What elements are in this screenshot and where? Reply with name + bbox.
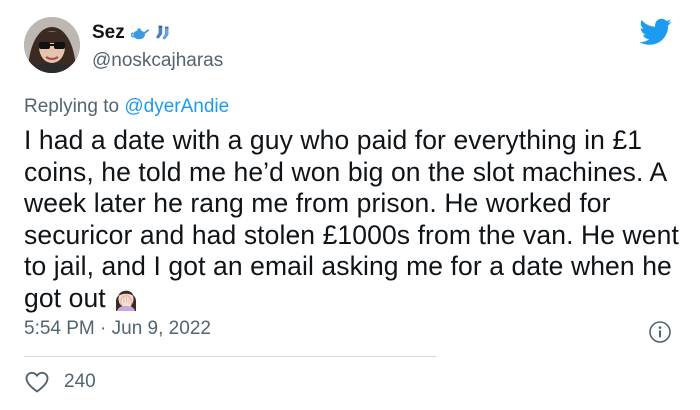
replying-prefix: Replying to xyxy=(24,96,125,117)
reply-mention-link[interactable]: @dyerAndie xyxy=(124,96,229,117)
tweet-card: Sez @noskcajharas Replying to @dyerAndie… xyxy=(0,0,700,410)
facepalm-woman-icon xyxy=(115,290,136,311)
replying-to: Replying to @dyerAndie xyxy=(24,96,229,118)
divider xyxy=(24,356,436,357)
info-icon[interactable] xyxy=(648,320,672,344)
avatar[interactable] xyxy=(24,17,80,73)
user-name-row: Sez xyxy=(92,22,173,44)
tweet-text: I had a date with a guy who paid for eve… xyxy=(24,125,684,314)
twitter-logo-icon[interactable] xyxy=(640,18,672,46)
teapot-icon xyxy=(130,28,149,40)
socks-icon xyxy=(156,25,169,40)
display-name[interactable]: Sez xyxy=(92,22,125,44)
likes-count: 240 xyxy=(64,371,96,392)
tweet-timestamp[interactable]: 5:54 PM · Jun 9, 2022 xyxy=(24,318,211,340)
user-handle[interactable]: @noskcajharas xyxy=(92,50,223,72)
avatar-image xyxy=(24,17,80,73)
heart-icon[interactable] xyxy=(24,370,50,394)
likes-row[interactable]: 240 xyxy=(24,370,96,394)
